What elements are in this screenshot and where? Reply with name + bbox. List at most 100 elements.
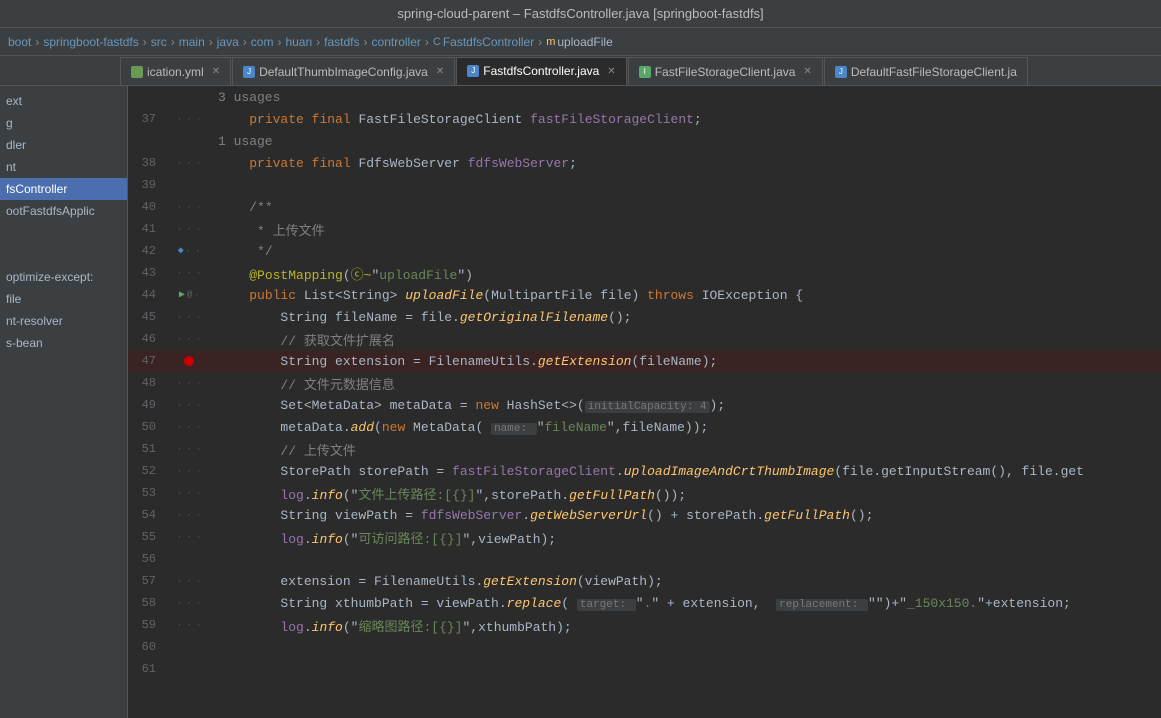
sidebar-item-controller[interactable]: fsController — [0, 178, 127, 200]
gutter-dots: · · · — [177, 577, 201, 586]
gutter-dots: · · · — [177, 621, 201, 630]
breadcrumb-bar: boot › springboot-fastdfs › src › main ›… — [0, 28, 1161, 56]
gutter-dots: · · — [186, 247, 200, 256]
gutter-dots: · · · — [177, 159, 201, 168]
code-line-38: 38 · · · private final FdfsWebServer fdf… — [128, 152, 1161, 174]
gutter-dots: · · · — [177, 401, 201, 410]
class-icon: C — [433, 36, 441, 48]
method-icon: m — [546, 36, 555, 48]
bookmark-icon: ◆ — [178, 245, 184, 257]
gutter-dots: · — [194, 291, 199, 300]
java-icon: J — [467, 65, 479, 77]
breadcrumb-boot[interactable]: boot — [8, 35, 31, 49]
code-line-61: 61 — [128, 658, 1161, 680]
run-icon[interactable]: ▶ — [179, 289, 185, 301]
code-line-50: 50 · · · metaData.add(new MetaData( name… — [128, 416, 1161, 438]
breadcrumb-springboot[interactable]: springboot-fastdfs — [43, 35, 138, 49]
code-line-42: 42 ◆ · · */ — [128, 240, 1161, 262]
breadcrumb-huan[interactable]: huan — [285, 35, 312, 49]
breadcrumb-controller[interactable]: controller — [372, 35, 421, 49]
tab-default-fast-file[interactable]: J DefaultFastFileStorageClient.ja — [824, 57, 1028, 85]
sidebar-item-bean[interactable]: s-bean — [0, 332, 127, 354]
window-title: spring-cloud-parent – FastdfsController.… — [397, 6, 763, 21]
code-line-51: 51 · · · // 上传文件 — [128, 438, 1161, 460]
sidebar-item-g[interactable]: g — [0, 112, 127, 134]
code-line-41: 41 · · · * 上传文件 — [128, 218, 1161, 240]
code-line-46: 46 · · · // 获取文件扩展名 — [128, 328, 1161, 350]
tab-fast-file-storage[interactable]: I FastFileStorageClient.java ✕ — [628, 57, 823, 85]
gutter-dots: · · · — [177, 599, 201, 608]
sidebar-item-optimize[interactable]: optimize-except: — [0, 266, 127, 288]
tab-label: DefaultFastFileStorageClient.ja — [851, 65, 1017, 79]
sidebar-item-blank1 — [0, 222, 127, 244]
gutter-dots: · · · — [177, 489, 201, 498]
code-line-47: 47 String extension = FilenameUtils.getE… — [128, 350, 1161, 372]
breadcrumb-class[interactable]: FastdfsController — [443, 35, 534, 49]
sidebar-item-resolver[interactable]: nt-resolver — [0, 310, 127, 332]
java-icon: J — [243, 66, 255, 78]
breadcrumb-method[interactable]: uploadFile — [557, 35, 612, 49]
title-bar: spring-cloud-parent – FastdfsController.… — [0, 0, 1161, 28]
sidebar: ext g dler nt fsController ootFastdfsApp… — [0, 86, 128, 718]
tab-ication-yml[interactable]: ication.yml ✕ — [120, 57, 231, 85]
breadcrumb-src[interactable]: src — [151, 35, 167, 49]
main-area: ext g dler nt fsController ootFastdfsApp… — [0, 86, 1161, 718]
gutter-dots: · · · — [177, 467, 201, 476]
gutter-dots: · · · — [177, 445, 201, 454]
breadcrumb-com[interactable]: com — [251, 35, 274, 49]
tab-label: ication.yml — [147, 65, 204, 79]
code-line-44: 44 ▶ @ · public List<String> uploadFile(… — [128, 284, 1161, 306]
sidebar-item-file[interactable]: file — [0, 288, 127, 310]
code-line-58: 58 · · · String xthumbPath = viewPath.re… — [128, 592, 1161, 614]
code-line-60: 60 — [128, 636, 1161, 658]
breakpoint-icon[interactable] — [184, 356, 194, 366]
code-line-56: 56 — [128, 548, 1161, 570]
code-line-59: 59 · · · log.info("缩略图路径:[{}]",xthumbPat… — [128, 614, 1161, 636]
code-line-43: 43 · · · @PostMapping(ⓒ~"uploadFile") — [128, 262, 1161, 284]
sidebar-item-applic[interactable]: ootFastdfsApplic — [0, 200, 127, 222]
tab-close-icon[interactable]: ✕ — [212, 66, 220, 77]
tab-label: FastFileStorageClient.java — [655, 65, 796, 79]
sidebar-item-ext[interactable]: ext — [0, 90, 127, 112]
code-line-53: 53 · · · log.info("文件上传路径:[{}]",storePat… — [128, 482, 1161, 504]
usage-hint-37: 3 usages — [128, 86, 1161, 108]
gutter-dots: · · · — [177, 203, 201, 212]
interface-icon: I — [639, 66, 651, 78]
gutter-dots: · · · — [177, 335, 201, 344]
code-line-48: 48 · · · // 文件元数据信息 — [128, 372, 1161, 394]
code-line-55: 55 · · · log.info("可访问路径:[{}]",viewPath)… — [128, 526, 1161, 548]
code-line-40: 40 · · · /** — [128, 196, 1161, 218]
usage-hint-38: 1 usage — [128, 130, 1161, 152]
java-icon: J — [835, 66, 847, 78]
sidebar-item-blank2 — [0, 244, 127, 266]
code-line-52: 52 · · · StorePath storePath = fastFileS… — [128, 460, 1161, 482]
tab-close-icon[interactable]: ✕ — [607, 66, 615, 77]
breadcrumb-main[interactable]: main — [179, 35, 205, 49]
code-line-49: 49 · · · Set<MetaData> metaData = new Ha… — [128, 394, 1161, 416]
tab-fastdfs-controller[interactable]: J FastdfsController.java ✕ — [456, 57, 626, 85]
code-editor[interactable]: 3 usages 37 · · · private final FastFile… — [128, 86, 1161, 718]
breadcrumb-fastdfs[interactable]: fastdfs — [324, 35, 359, 49]
tab-default-thumb[interactable]: J DefaultThumbImageConfig.java ✕ — [232, 57, 455, 85]
code-container: 3 usages 37 · · · private final FastFile… — [128, 86, 1161, 718]
gutter-dots: · · · — [177, 533, 201, 542]
gutter-dots: · · · — [177, 269, 201, 278]
breadcrumb-java[interactable]: java — [217, 35, 239, 49]
code-line-54: 54 · · · String viewPath = fdfsWebServer… — [128, 504, 1161, 526]
tab-label: DefaultThumbImageConfig.java — [259, 65, 428, 79]
gutter-dots: · · · — [177, 115, 201, 124]
yml-icon — [131, 66, 143, 78]
tab-label: FastdfsController.java — [483, 64, 599, 78]
sidebar-item-dler[interactable]: dler — [0, 134, 127, 156]
code-line-39: 39 — [128, 174, 1161, 196]
gutter-dots: · · · — [177, 313, 201, 322]
at-icon: @ — [187, 290, 192, 300]
tab-close-icon[interactable]: ✕ — [436, 66, 444, 77]
tab-close-icon[interactable]: ✕ — [803, 66, 811, 77]
code-line-57: 57 · · · extension = FilenameUtils.getEx… — [128, 570, 1161, 592]
code-line-37: 37 · · · private final FastFileStorageCl… — [128, 108, 1161, 130]
code-line-45: 45 · · · String fileName = file.getOrigi… — [128, 306, 1161, 328]
sidebar-item-nt[interactable]: nt — [0, 156, 127, 178]
gutter-dots: · · · — [177, 511, 201, 520]
gutter-dots: · · · — [177, 379, 201, 388]
